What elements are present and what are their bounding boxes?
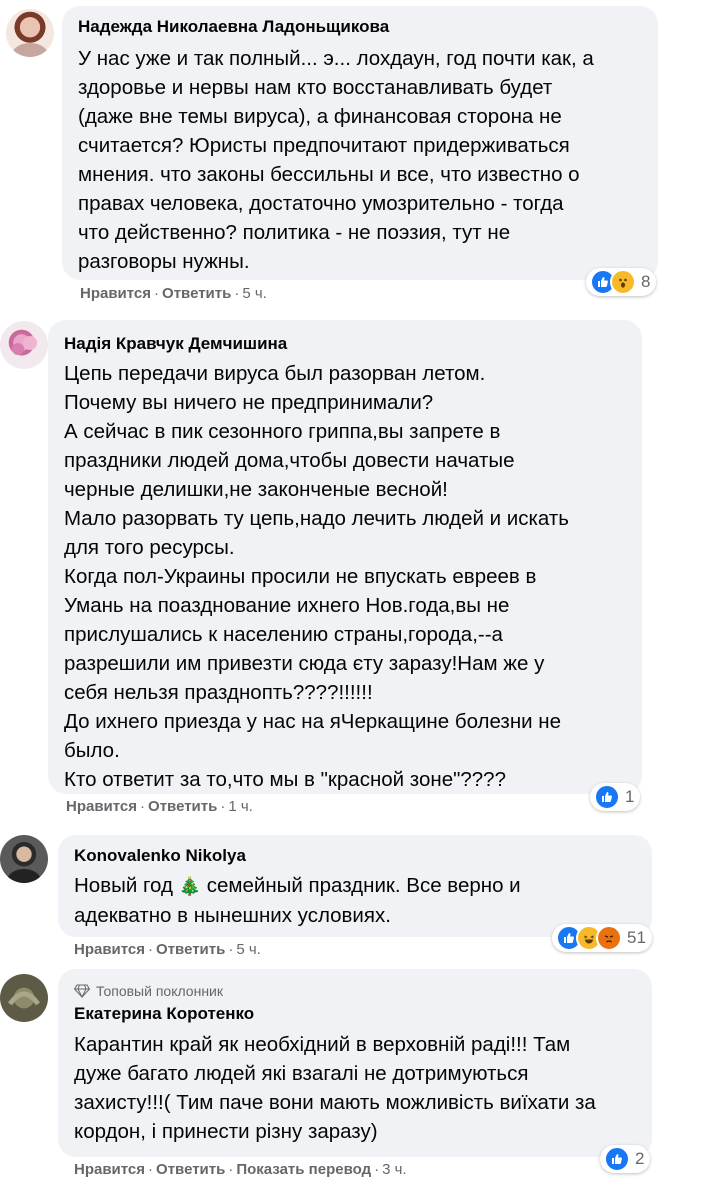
comment: Надія Кравчук Демчишина Цепь передачи ви…: [0, 310, 701, 830]
reaction-summary[interactable]: 8: [586, 268, 657, 296]
christmas-tree-icon: 🎄: [178, 876, 202, 896]
reply-button[interactable]: Ответить: [148, 798, 217, 815]
comment-line: У нас уже и так полный... э... лохдаун, …: [78, 47, 594, 70]
comment-line: здоровье и нервы нам кто восстанавливать…: [78, 76, 553, 99]
comment-line: разговоры нужны.: [78, 250, 250, 273]
comment-line: считается? Юристы предпочитают придержив…: [78, 134, 570, 157]
comment: Надежда Николаевна Ладоньщикова У нас уж…: [0, 0, 701, 310]
wow-icon: [610, 269, 636, 295]
comment-time[interactable]: 5 ч.: [242, 285, 267, 302]
like-button[interactable]: Нравится: [74, 1161, 145, 1178]
comment-bubble: Надія Кравчук Демчишина Цепь передачи ви…: [48, 320, 642, 794]
comment-line: (даже вне темы вируса), а финансовая сто…: [78, 105, 562, 128]
avatar[interactable]: [0, 974, 48, 1022]
angry-icon: [596, 925, 622, 951]
comment: Konovalenko Nikolya Новый год 🎄 семейный…: [0, 830, 701, 965]
comment-actions: Нравится · Ответить · Показать перевод · 3 ч.: [74, 1161, 407, 1178]
like-button[interactable]: Нравится: [66, 798, 137, 815]
like-icon: [594, 784, 620, 810]
avatar[interactable]: [6, 9, 54, 57]
comment-bubble: Konovalenko Nikolya Новый год 🎄 семейный…: [58, 835, 652, 937]
comment-line: себя нельзя празднопть????!!!!!!: [64, 681, 373, 704]
comment-line: правах человека, достаточно умозрительно…: [78, 192, 564, 215]
comment-bubble: Топовый поклонник Екатерина Коротенко Ка…: [58, 969, 652, 1157]
comment-line: что действенно? политика - не поэзия, ту…: [78, 221, 511, 244]
comment: Топовый поклонник Екатерина Коротенко Ка…: [0, 965, 701, 1200]
comment-line: дуже багато людей які взагалі не дотриму…: [74, 1062, 529, 1085]
comment-line: захисту!!!( Тим паче вони мають можливіс…: [74, 1091, 596, 1114]
badge-label: Топовый поклонник: [96, 983, 223, 999]
comment-line: Умань на поазднование ихнего Нов.года,вы…: [64, 594, 510, 617]
comment-author[interactable]: Konovalenko Nikolya: [74, 845, 638, 867]
top-fan-badge[interactable]: Топовый поклонник: [74, 981, 638, 1001]
comment-line: праздники людей дома,чтобы довести начат…: [64, 449, 515, 472]
comment-line: было.: [64, 739, 120, 762]
reaction-count: 1: [625, 787, 635, 806]
comment-line: для того ресурсы.: [64, 536, 235, 559]
reply-button[interactable]: Ответить: [156, 1161, 225, 1178]
comment-author[interactable]: Надія Кравчук Демчишина: [64, 333, 628, 355]
comment-text: У нас уже и так полный... э... лохдаун, …: [78, 44, 644, 276]
avatar[interactable]: [0, 835, 48, 883]
like-button[interactable]: Нравится: [74, 941, 145, 958]
comment-text-part: Новый год: [74, 874, 173, 897]
comment-author[interactable]: Екатерина Коротенко: [74, 1003, 638, 1025]
comment-line: А сейчас в пик сезонного гриппа,вы запре…: [64, 420, 501, 443]
comment-line: Карантин край як необхідний в верховній …: [74, 1033, 571, 1056]
avatar-photo: [7, 869, 41, 883]
reaction-summary[interactable]: 2: [600, 1145, 651, 1173]
reply-button[interactable]: Ответить: [162, 285, 231, 302]
comment-line: Кто ответит за то,что мы в "красной зоне…: [64, 768, 506, 791]
comment-actions: Нравится · Ответить · 1 ч.: [66, 798, 253, 815]
comment-actions: Нравится · Ответить · 5 ч.: [74, 941, 261, 958]
translate-button[interactable]: Показать перевод: [236, 1161, 371, 1178]
reaction-count: 51: [627, 928, 646, 947]
like-button[interactable]: Нравится: [80, 285, 151, 302]
avatar[interactable]: [0, 321, 48, 369]
reply-button[interactable]: Ответить: [156, 941, 225, 958]
comment-line: Цепь передачи вируса был разорван летом.: [64, 362, 486, 385]
comment-time[interactable]: 5 ч.: [236, 941, 261, 958]
like-icon: [604, 1146, 630, 1172]
comment-line: До ихнего приезда у нас на яЧеркащине бо…: [64, 710, 562, 733]
comment-line: Мало разорвать ту цепь,надо лечить людей…: [64, 507, 569, 530]
comment-line: разрешили им привезти сюда єту заразу!На…: [64, 652, 545, 675]
comment-text: Карантин край як необхідний в верховній …: [74, 1030, 638, 1146]
comment-line: Когда пол-Украины просили не впускать ев…: [64, 565, 537, 588]
comment-line: Почему вы ничего не предпринимали?: [64, 391, 434, 414]
diamond-icon: [74, 984, 90, 998]
comment-actions: Нравится · Ответить · 5 ч.: [80, 285, 267, 302]
reaction-count: 2: [635, 1149, 645, 1168]
avatar-photo: [12, 43, 48, 57]
comment-bubble: Надежда Николаевна Ладоньщикова У нас уж…: [62, 6, 658, 280]
comment-line: мнения. что законы бессильны и все, что …: [78, 163, 580, 186]
reaction-count: 8: [641, 272, 651, 291]
avatar-photo: [7, 991, 41, 1006]
comment-line: черные делишки,не законченые весной!: [64, 478, 448, 501]
comment-line: кордон, і принести різну заразу): [74, 1120, 378, 1143]
reaction-summary[interactable]: 51: [552, 924, 652, 952]
reaction-summary[interactable]: 1: [590, 783, 641, 811]
comment-line: адекватно в нынешних условиях.: [74, 904, 391, 927]
avatar-photo: [12, 336, 37, 355]
comment-time[interactable]: 3 ч.: [382, 1161, 407, 1178]
comment-author[interactable]: Надежда Николаевна Ладоньщикова: [78, 16, 644, 38]
comment-line: Новый год 🎄 семейный праздник. Все верно…: [74, 871, 638, 901]
comment-text-part: семейный праздник. Все верно и: [206, 874, 521, 897]
comment-text: Новый год 🎄 семейный праздник. Все верно…: [74, 871, 638, 930]
comment-line: прислушались к населению страны,города,-…: [64, 623, 503, 646]
comment-time[interactable]: 1 ч.: [228, 798, 253, 815]
comment-text: Цепь передачи вируса был разорван летом.…: [64, 359, 628, 794]
